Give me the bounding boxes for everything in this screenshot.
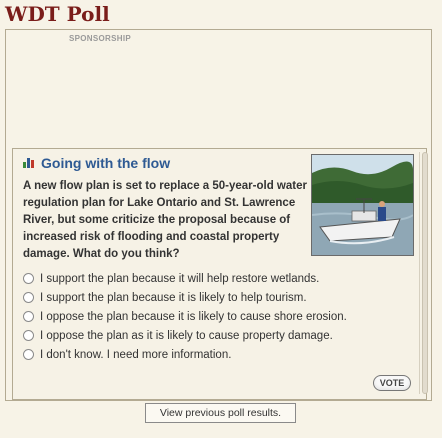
poll-option-label: I oppose the plan as it is likely to cau… [40,329,333,342]
radio-button[interactable] [23,292,34,303]
poll-title[interactable]: Going with the flow [41,155,170,171]
poll-option-label: I support the plan because it is likely … [40,291,307,304]
poll-options: I support the plan because it will help … [23,269,347,364]
poll-question: A new flow plan is set to replace a 50-y… [23,180,307,260]
poll-bar-chart-icon [23,158,34,168]
poll-option-label: I oppose the plan because it is likely t… [40,310,347,323]
poll-option[interactable]: I oppose the plan because it is likely t… [23,307,347,326]
sponsorship-label: SPONSORSHIP [69,34,131,43]
boat-on-river-photo [311,154,414,256]
view-previous-results-button[interactable]: View previous poll results. [145,403,296,423]
page-title: WDT Poll [5,2,110,26]
poll-panel: Going with the flow A new flow plan is s… [12,148,429,400]
poll-option[interactable]: I support the plan because it will help … [23,269,347,288]
radio-button[interactable] [23,273,34,284]
poll-option[interactable]: I oppose the plan as it is likely to cau… [23,326,347,345]
radio-button[interactable] [23,349,34,360]
scrollbar[interactable] [419,152,429,394]
poll-header: Going with the flow [23,155,170,171]
poll-option[interactable]: I don't know. I need more information. [23,345,347,364]
vote-button[interactable]: VOTE [373,375,411,391]
radio-button[interactable] [23,311,34,322]
poll-option-label: I don't know. I need more information. [40,348,232,361]
radio-button[interactable] [23,330,34,341]
poll-widget: SPONSORSHIP Going with the flow A new fl… [5,29,432,401]
poll-option[interactable]: I support the plan because it is likely … [23,288,347,307]
scrollbar-thumb[interactable] [422,152,428,394]
poll-option-label: I support the plan because it will help … [40,272,320,285]
